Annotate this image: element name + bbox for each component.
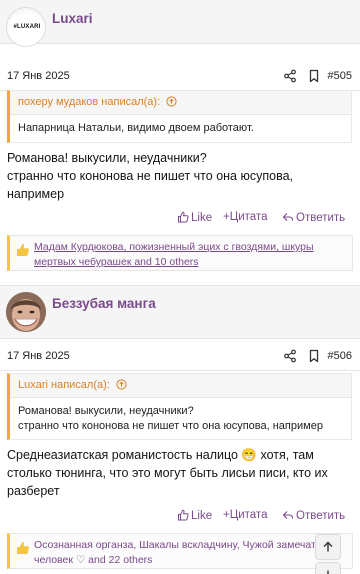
reactions-line[interactable]: мертвых чебурашек and 10 others: [34, 255, 346, 270]
arrow-up-icon: [323, 541, 333, 552]
thumbs-up-icon: [178, 211, 189, 223]
bookmark-icon[interactable]: [307, 69, 321, 83]
quote-line: Напарница Натальи, видимо двоем работают…: [18, 122, 254, 134]
reactions-summary[interactable]: Мадам Курдюкова, пожизненный эцих с гвоз…: [7, 235, 353, 271]
plus-icon: +: [223, 211, 230, 223]
arrow-up-circle-icon[interactable]: [116, 379, 127, 390]
post-date[interactable]: 17 Янв 2025: [7, 350, 70, 362]
share-icon[interactable]: [283, 69, 297, 83]
like-button[interactable]: Like: [177, 509, 212, 522]
reply-button[interactable]: Ответить: [282, 509, 345, 522]
like-button[interactable]: Like: [177, 211, 212, 224]
quote-button[interactable]: +Цитата: [223, 211, 267, 223]
thumbs-up-icon: [17, 244, 29, 256]
avatar-logo-text: #LUXARI: [13, 24, 41, 30]
message-line: столько тюнинга, что это могут быть лись…: [7, 466, 328, 480]
post-number[interactable]: #505: [328, 70, 352, 82]
quote-block: похеру мудаков написал(а): Напарница Нат…: [7, 90, 352, 143]
bookmark-icon[interactable]: [307, 349, 321, 363]
post-actions: Like +Цитата Ответить: [173, 211, 353, 229]
quote-label: Цитата: [229, 211, 268, 223]
reply-icon: [282, 511, 294, 519]
reactions-line[interactable]: Мадам Курдюкова, пожизненный эцих с гвоз…: [34, 240, 346, 255]
scroll-down-button[interactable]: [315, 562, 341, 574]
reply-button[interactable]: Ответить: [282, 211, 345, 224]
post-message: Среднеазиатская романистость налицо 😁 хо…: [7, 446, 353, 500]
thumbs-up-icon: [17, 542, 29, 554]
message-line: странно что кононова не пишет что она юс…: [7, 169, 293, 183]
quote-author-label: Luxari написал(а):: [18, 379, 110, 391]
reactions-line[interactable]: Осознанная органза, Шакалы вскладчину, Ч…: [34, 538, 324, 553]
post-message: Романова! выкусили, неудачники? странно …: [7, 149, 353, 203]
avatar-face-image: [6, 292, 46, 332]
like-label: Like: [191, 510, 213, 522]
quote-author[interactable]: Luxari написал(а):: [10, 374, 351, 398]
username[interactable]: Luxari: [52, 11, 93, 26]
post-date[interactable]: 17 Янв 2025: [7, 70, 70, 82]
quote-line: странно что кононова не пишет что она юс…: [18, 420, 323, 432]
divider: [0, 370, 360, 371]
quote-line: Романова! выкусили, неудачники?: [18, 405, 194, 417]
quote-author[interactable]: похеру мудаков написал(а):: [10, 91, 351, 115]
share-icon[interactable]: [283, 349, 297, 363]
plus-icon: +: [223, 509, 230, 521]
arrow-down-icon: [327, 570, 329, 574]
scroll-up-button[interactable]: [315, 534, 341, 560]
username[interactable]: Беззубая манга: [52, 296, 156, 311]
reply-icon: [282, 213, 294, 221]
post-actions: Like +Цитата Ответить: [173, 509, 353, 527]
quote-author-label: похеру мудаков написал(а):: [18, 96, 161, 108]
reactions-summary[interactable]: Осознанная органза, Шакалы вскладчину, Ч…: [7, 533, 353, 569]
thumbs-up-icon: [178, 509, 189, 521]
post-meta: 17 Янв 2025 #506: [0, 343, 360, 371]
quote-block: Luxari написал(а): Романова! выкусили, н…: [7, 373, 352, 440]
quote-body: Романова! выкусили, неудачники? странно …: [10, 398, 351, 439]
avatar[interactable]: #LUXARI: [6, 7, 46, 47]
like-label: Like: [191, 212, 213, 224]
message-line: Романова! выкусили, неудачники?: [7, 151, 207, 165]
message-line: Среднеазиатская романистость налицо 😁 хо…: [7, 448, 314, 462]
reactions-line[interactable]: человек ♡ and 22 others: [34, 553, 346, 568]
quote-body: Напарница Натальи, видимо двоем работают…: [10, 115, 351, 142]
post-number[interactable]: #506: [328, 350, 352, 362]
message-line: разберет: [7, 484, 60, 498]
reply-label: Ответить: [296, 212, 346, 224]
post-header: Беззубая манга: [0, 285, 360, 339]
avatar[interactable]: [6, 292, 46, 332]
arrow-up-circle-icon[interactable]: [166, 96, 177, 107]
quote-label: Цитата: [229, 509, 268, 521]
message-line: например: [7, 187, 65, 201]
quote-button[interactable]: +Цитата: [223, 509, 267, 521]
post-meta: 17 Янв 2025 #505: [0, 63, 360, 91]
post-header: #LUXARI Luxari: [0, 0, 360, 47]
reply-label: Ответить: [296, 510, 346, 522]
